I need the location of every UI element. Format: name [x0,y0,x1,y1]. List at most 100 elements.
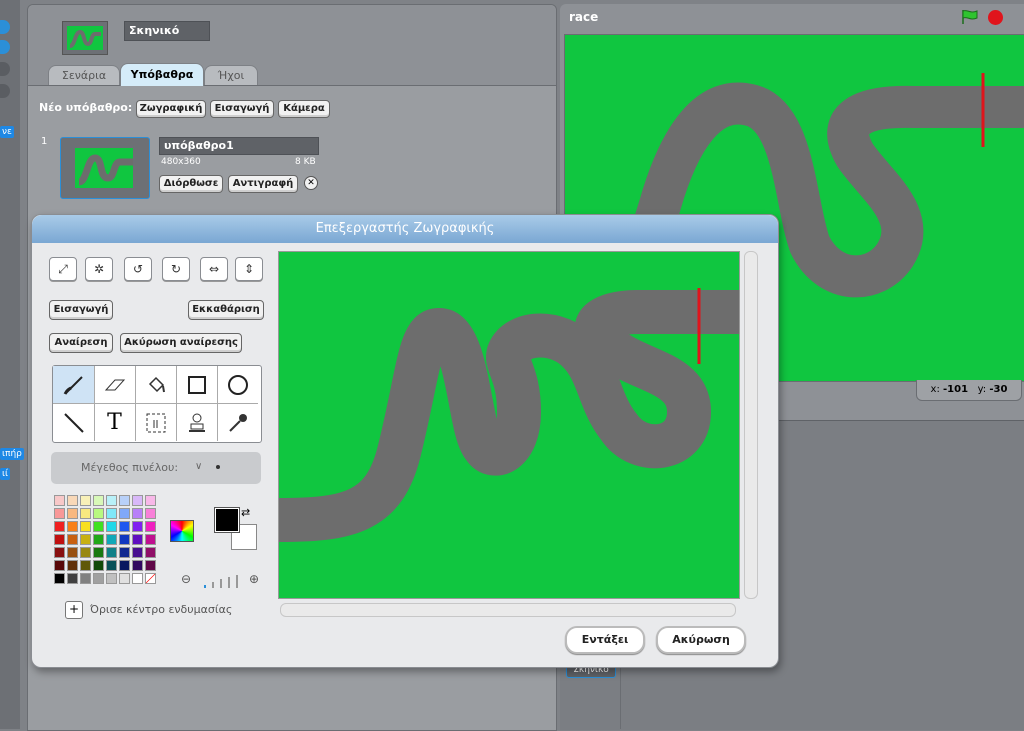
palette-swatch[interactable] [54,534,65,545]
palette-swatch[interactable] [67,495,78,506]
cancel-button[interactable]: Ακύρωση [656,626,746,654]
stamp-icon[interactable] [176,404,218,441]
zoom-levels[interactable] [202,573,242,592]
palette-swatch[interactable] [119,573,130,584]
fill-bucket-icon[interactable] [135,366,177,404]
green-flag-icon[interactable] [960,9,980,25]
ellipse-icon[interactable] [217,366,258,404]
palette-swatch[interactable] [54,495,65,506]
undo-button[interactable]: Αναίρεση [49,333,113,353]
palette-swatch[interactable] [93,547,104,558]
text-icon[interactable]: T [94,404,136,441]
background-name-field[interactable]: υπόβαθρο1 [159,137,319,155]
palette-swatch[interactable] [132,508,143,519]
flip-horizontal-icon[interactable]: ⇔ [200,257,228,281]
left-block-tag-1[interactable]: νε [0,126,14,138]
background-thumbnail[interactable] [60,137,150,199]
edit-background-button[interactable]: Διόρθωσε [159,175,223,193]
palette-swatch[interactable] [119,534,130,545]
rotate-right-icon[interactable]: ↻ [162,257,190,281]
palette-swatch[interactable] [145,521,156,532]
palette-swatch[interactable] [132,573,143,584]
palette-swatch[interactable] [132,547,143,558]
vertical-scrollbar[interactable] [744,251,758,599]
clear-button[interactable]: Εκκαθάριση [188,300,264,320]
camera-button[interactable]: Κάμερα [278,100,330,118]
palette-swatch[interactable] [132,521,143,532]
rotate-left-icon[interactable]: ↺ [124,257,152,281]
palette-swatch[interactable] [93,534,104,545]
palette-swatch[interactable] [106,508,117,519]
palette-swatch[interactable] [54,573,65,584]
left-pill-3[interactable] [0,62,10,76]
palette-swatch[interactable] [93,495,104,506]
foreground-color-swatch[interactable] [214,507,240,533]
color-picker-icon[interactable] [170,520,194,542]
drawing-canvas[interactable] [278,251,740,599]
copy-background-button[interactable]: Αντιγραφή [228,175,298,193]
left-block-tag-2[interactable]: ιπήρ [0,448,24,460]
palette-swatch[interactable] [119,547,130,558]
left-block-tag-3[interactable]: ιί [0,468,11,480]
flip-vertical-icon[interactable]: ⇕ [235,257,263,281]
brush-icon[interactable] [53,366,95,404]
palette-swatch[interactable] [145,573,156,584]
ok-button[interactable]: Εντάξει [565,626,645,654]
palette-swatch[interactable] [54,560,65,571]
palette-swatch[interactable] [106,573,117,584]
line-icon[interactable] [53,404,95,441]
palette-swatch[interactable] [67,560,78,571]
palette-swatch[interactable] [93,560,104,571]
palette-swatch[interactable] [67,534,78,545]
palette-swatch[interactable] [145,495,156,506]
palette-swatch[interactable] [54,521,65,532]
palette-swatch[interactable] [119,508,130,519]
paint-import-button[interactable]: Εισαγωγή [49,300,113,320]
grow-icon[interactable]: ⤢ [49,257,77,281]
tab-scripts[interactable]: Σενάρια [48,65,120,85]
palette-swatch[interactable] [54,547,65,558]
palette-swatch[interactable] [145,508,156,519]
palette-swatch[interactable] [80,560,91,571]
palette-swatch[interactable] [67,521,78,532]
palette-swatch[interactable] [80,495,91,506]
palette-swatch[interactable] [145,534,156,545]
palette-swatch[interactable] [132,560,143,571]
palette-swatch[interactable] [93,521,104,532]
tab-backgrounds[interactable]: Υπόβαθρα [120,63,204,86]
eraser-icon[interactable] [94,366,136,404]
palette-swatch[interactable] [119,560,130,571]
horizontal-scrollbar[interactable] [280,603,736,617]
tab-sounds[interactable]: Ήχοι [204,65,258,85]
palette-swatch[interactable] [93,508,104,519]
palette-swatch[interactable] [67,508,78,519]
palette-swatch[interactable] [132,534,143,545]
palette-swatch[interactable] [106,521,117,532]
sprite-name-field[interactable]: Σκηνικό [124,21,210,41]
left-pill-1[interactable] [0,20,10,34]
palette-swatch[interactable] [67,547,78,558]
palette-swatch[interactable] [80,521,91,532]
left-pill-2[interactable] [0,40,10,54]
zoom-in-icon[interactable]: ⊕ [249,572,259,586]
set-center-icon[interactable]: + [65,601,83,619]
palette-swatch[interactable] [119,495,130,506]
palette-swatch[interactable] [145,547,156,558]
palette-swatch[interactable] [67,573,78,584]
brush-size-control[interactable]: Μέγεθος πινέλου: ∨ [51,452,261,484]
palette-swatch[interactable] [54,508,65,519]
palette-swatch[interactable] [80,508,91,519]
palette-swatch[interactable] [80,573,91,584]
left-pill-4[interactable] [0,84,10,98]
palette-swatch[interactable] [145,560,156,571]
palette-swatch[interactable] [80,534,91,545]
palette-swatch[interactable] [80,547,91,558]
palette-swatch[interactable] [119,521,130,532]
import-background-button[interactable]: Εισαγωγή [210,100,274,118]
palette-swatch[interactable] [106,560,117,571]
rectangle-icon[interactable] [176,366,218,404]
shrink-icon[interactable]: ✲ [85,257,113,281]
eyedropper-icon[interactable] [217,404,258,441]
paint-new-button[interactable]: Ζωγραφική [136,100,206,118]
palette-swatch[interactable] [106,495,117,506]
